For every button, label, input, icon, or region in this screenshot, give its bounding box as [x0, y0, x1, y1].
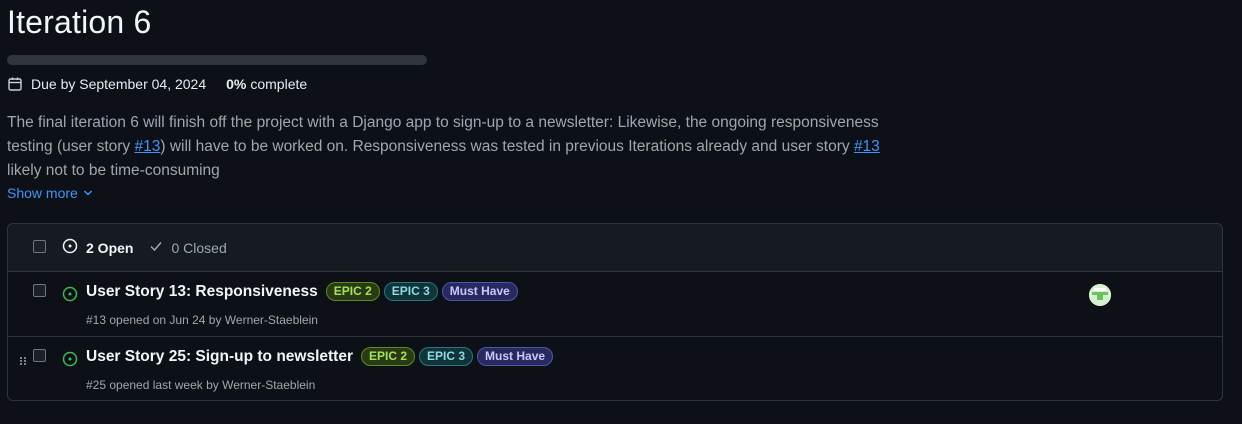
closed-count-label: 0 Closed [171, 239, 227, 256]
label-badge[interactable]: EPIC 2 [325, 282, 380, 301]
label-badge[interactable]: Must Have [441, 282, 518, 301]
issue-row[interactable]: User Story 13: Responsiveness EPIC 2 EPI… [8, 272, 1222, 337]
label-badge[interactable]: EPIC 3 [419, 347, 474, 366]
open-count-label: 2 Open [86, 239, 134, 256]
closed-issues-filter[interactable]: 0 Closed [149, 239, 227, 256]
show-more-label: Show more [7, 185, 78, 201]
open-issues-filter[interactable]: 2 Open [62, 238, 133, 257]
milestone-meta: Due by September 04, 2024 0% complete [7, 76, 307, 92]
description-text: likely not to be time-consuming [7, 162, 220, 179]
issue-subtitle: #13 opened on Jun 24 by Werner-Staeblein [86, 313, 318, 327]
percent-complete: 0% [226, 76, 247, 92]
issues-list-header: 2 Open 0 Closed [8, 224, 1222, 272]
issues-list: 2 Open 0 Closed User Story 13: Responsiv… [7, 223, 1223, 401]
issue-title-link[interactable]: User Story 13: Responsiveness [86, 283, 318, 301]
assignee-avatar[interactable] [1089, 284, 1111, 306]
progress-bar [7, 55, 427, 65]
issue-open-icon [62, 238, 86, 257]
issue-checkbox[interactable] [33, 349, 46, 362]
issue-link[interactable]: #13 [854, 138, 880, 155]
issue-link[interactable]: #13 [135, 138, 161, 155]
milestone-description: The final iteration 6 will finish off th… [7, 111, 927, 183]
label-badge[interactable]: EPIC 2 [361, 347, 416, 366]
label-badge[interactable]: EPIC 3 [383, 282, 438, 301]
description-text: ) will have to be worked on. Responsiven… [160, 138, 854, 155]
due-date: Due by September 04, 2024 [31, 76, 207, 92]
select-all-checkbox[interactable] [33, 240, 46, 253]
percent-complete-label: complete [250, 76, 308, 92]
show-more-button[interactable]: Show more [7, 185, 93, 201]
issue-title-line: User Story 25: Sign-up to newsletter EPI… [86, 347, 554, 366]
label-badge[interactable]: Must Have [477, 347, 554, 366]
check-icon [149, 239, 171, 256]
issue-open-icon [62, 286, 78, 307]
issue-open-icon [62, 351, 78, 372]
issue-row[interactable]: User Story 25: Sign-up to newsletter EPI… [8, 337, 1222, 400]
issue-title-link[interactable]: User Story 25: Sign-up to newsletter [86, 348, 353, 366]
issue-subtitle: #25 opened last week by Werner-Staeblein [86, 378, 316, 392]
milestone-title: Iteration 6 [7, 4, 152, 40]
chevron-down-icon [78, 185, 93, 201]
issue-title-line: User Story 13: Responsiveness EPIC 2 EPI… [86, 282, 518, 301]
calendar-icon [7, 76, 23, 92]
issue-checkbox[interactable] [33, 284, 46, 297]
drag-handle-icon[interactable] [19, 353, 27, 365]
